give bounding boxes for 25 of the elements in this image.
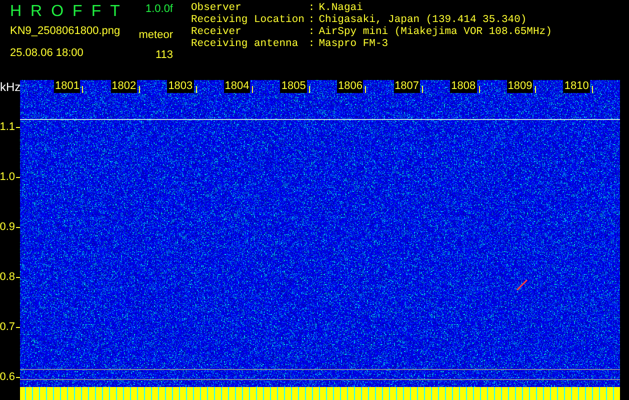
date-time: 25.08.06 18:00 — [10, 47, 84, 59]
axis-label: 0.6 — [0, 371, 15, 383]
axis-label: 1.1 — [0, 121, 15, 133]
axis-label: 0.8 — [0, 271, 15, 283]
info-value: AirSpy mini (Miakejima VOR 108.65MHz) — [318, 26, 552, 38]
info-value: K.Nagai — [318, 2, 364, 14]
info-label: Receiving antenna — [191, 38, 300, 50]
info-label: Receiving Location — [191, 14, 304, 26]
meteor-count: 113 — [155, 49, 173, 61]
axis-label: 0.9 — [0, 221, 15, 233]
info-separator: : — [308, 38, 315, 50]
axis-label: 0.7 — [0, 321, 15, 333]
info-separator: : — [308, 26, 315, 38]
app-title: HROFFT — [10, 3, 130, 22]
info-separator: : — [308, 14, 315, 26]
count-label: meteor — [138, 29, 173, 41]
axis-label: 1.0 — [0, 171, 15, 183]
file-name: KN9_2508061800.png — [10, 25, 122, 37]
version-label: 1.0.0f — [145, 3, 173, 17]
info-label: Receiver — [191, 26, 242, 38]
info-separator: : — [308, 2, 315, 14]
info-value: Chigasaki, Japan (139.414 35.340) — [318, 14, 528, 26]
axis-unit: kHz — [0, 80, 21, 94]
info-label: Observer — [191, 2, 242, 14]
info-value: Maspro FM-3 — [318, 38, 390, 50]
